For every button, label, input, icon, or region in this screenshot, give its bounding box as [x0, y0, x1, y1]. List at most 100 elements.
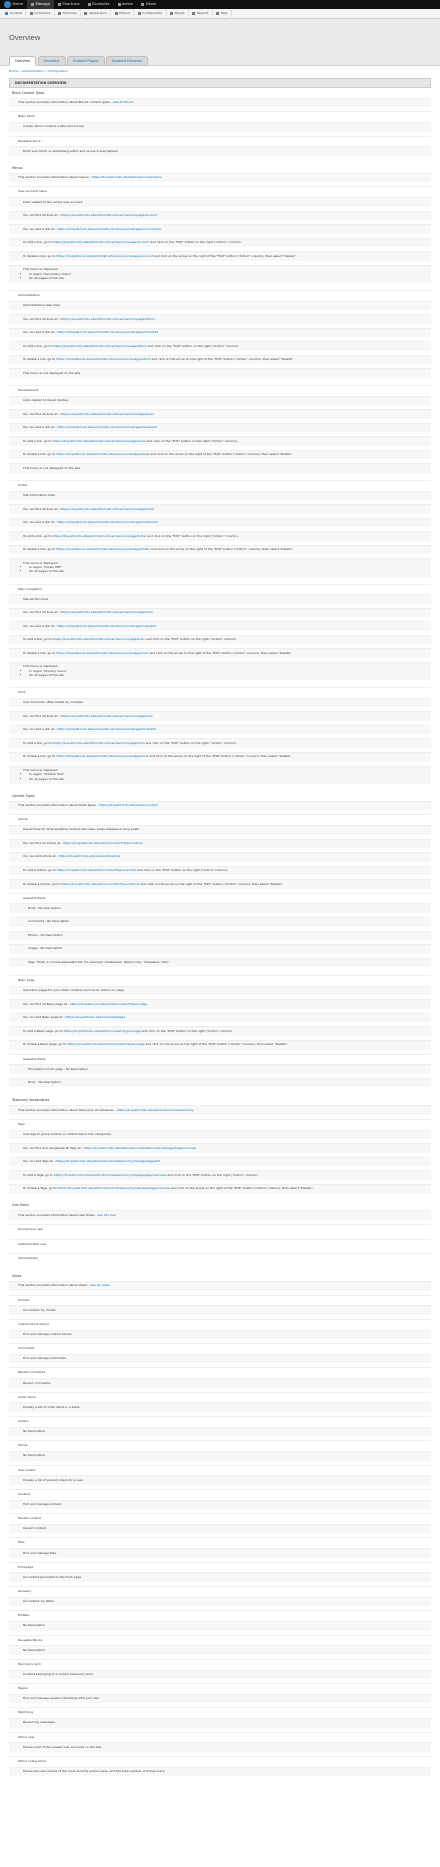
tab-disabled-elements[interactable]: Disabled Elements	[106, 56, 148, 66]
menu-find-link-url[interactable]: https://drupal9.lndo.site/admin/structur…	[60, 507, 154, 511]
menu-edit-instructions-text-end: and click on the "Edit" button on the ri…	[146, 533, 239, 538]
subsection-title: Basic block	[9, 111, 431, 122]
menu-delete-instructions-url[interactable]: https://drupal9.lndo.site/admin/structur…	[56, 357, 150, 361]
content-types-link[interactable]: https://drupal9.lndo.site/admin/content	[99, 803, 158, 807]
see-all-views-link[interactable]: See all views	[90, 1283, 109, 1288]
menu-display-label: This menu is displayed :	[23, 664, 60, 669]
item-add-link: You can add Tags at - https://drupal9.ln…	[9, 1156, 431, 1167]
tray-item-help[interactable]: Help	[213, 8, 232, 19]
content-type-edit-instructions-url[interactable]: https://drupal9.lndo.site/admin/content?…	[57, 868, 136, 872]
section-title: Taxonomy Vocabularies	[12, 1098, 50, 1103]
menu-edit-instructions-url[interactable]: https://drupal9.lndo.site/admin/structur…	[53, 439, 146, 443]
tray-item-people[interactable]: People	[167, 8, 190, 19]
section-title: Block Content Types	[12, 90, 45, 95]
menus-link[interactable]: https://drupal9.lndo.site/admin/structur…	[92, 175, 163, 179]
menu-edit-instructions-text: To edit a link, go to	[23, 740, 53, 745]
menu-add-link-url[interactable]: https://drupal9.lndo.site/admin/structur…	[57, 727, 156, 731]
tray-item-appearance[interactable]: Appearance	[81, 8, 112, 19]
view-description: All content promoted to the front page.	[9, 1572, 431, 1582]
menu-delete-instructions-url[interactable]: https://drupal9.lndo.site/admin/structur…	[56, 254, 153, 258]
menu-find-link-text: You can find all links at -	[23, 506, 61, 511]
menu-edit-instructions: To edit a link, go to https://drupal9.ln…	[9, 531, 431, 541]
section-description: This section provides information about …	[9, 97, 431, 108]
view-description: Recent content.	[9, 1523, 431, 1534]
content-type-delete-instructions: To delete a Article, go to https://drupa…	[9, 879, 431, 889]
content-type-delete-instructions: To delete a Basic page, go to https://dr…	[9, 1039, 431, 1050]
menu-delete-instructions-url[interactable]: https://drupal9.lndo.site/admin/structur…	[56, 452, 149, 456]
menu-display-info: This menu is displayed :In region "Sideb…	[9, 765, 431, 784]
content-type-delete-instructions-text: To delete a Article, go to	[23, 881, 61, 886]
item-delete-instructions: To delete a Tags, go to https://drupal9.…	[9, 1183, 431, 1194]
tray-item-configuration[interactable]: Configuration	[134, 8, 167, 19]
tray-item-commerce[interactable]: Commerce	[26, 8, 55, 19]
view-description: All content, by month.	[9, 1305, 431, 1315]
help-icon	[216, 12, 220, 15]
menu-edit-instructions: To edit a link, go to https://drupal9.ln…	[9, 436, 431, 446]
menu-add-link-text: You can add a link at -	[23, 330, 58, 335]
menu-find-link-url[interactable]: https://drupal9.lndo.site/admin/structur…	[60, 213, 157, 217]
menu-add-link-text: You can add a link at -	[23, 727, 58, 732]
people-icon	[170, 12, 174, 15]
content-type-edit-instructions: To edit a Basic page, go to https://drup…	[9, 1026, 431, 1036]
breadcrumb-home[interactable]: Home	[9, 69, 18, 73]
display-region: In region "Primary menu"	[29, 669, 425, 674]
view-description: Find and manage custom blocks.	[9, 1329, 431, 1340]
menu-find-link-url[interactable]: https://drupal9.lndo.site/admin/structur…	[60, 714, 152, 718]
subsection-title: Reusable block	[9, 135, 431, 147]
view-description: Find and manage comments.	[9, 1353, 431, 1364]
page-title: Overview	[9, 33, 41, 42]
menu-find-link-url[interactable]: https://drupal9.lndo.site/admin/structur…	[60, 317, 154, 321]
menu-edit-instructions-url[interactable]: https://drupal9.lndo.site/admin/structur…	[53, 637, 145, 641]
tray-item-content[interactable]: Content	[2, 8, 27, 19]
view-title: Orders	[9, 1415, 431, 1427]
menu-delete-instructions-url[interactable]: https://drupal9.lndo.site/admin/structur…	[56, 754, 148, 759]
menu-add-link: You can add a link at - https://drupal9.…	[9, 724, 431, 735]
content-type-delete-instructions-url[interactable]: https://drupal9.lndo.site/admin/content?…	[67, 1042, 144, 1046]
view-description: Content belonging to a certain taxonomy …	[9, 1669, 431, 1680]
menu-find-link-url[interactable]: https://drupal9.lndo.site/admin/structur…	[60, 412, 153, 416]
content-type-find-link-url[interactable]: https://drupal9.lndo.site/admin/content?…	[63, 841, 142, 845]
menu-delete-instructions-url[interactable]: https://drupal9.lndo.site/admin/structur…	[56, 547, 150, 551]
menu-edit-instructions-url[interactable]: https://drupal9.lndo.site/admin/structur…	[53, 534, 147, 538]
tab-enabled-plugins[interactable]: Enabled Plugins	[67, 56, 105, 66]
taxonomy-link[interactable]: https://drupal9.lndo.site/admin/structur…	[117, 1108, 194, 1112]
view-title: Archive	[9, 1294, 431, 1306]
tab-overview[interactable]: Overview	[9, 56, 37, 66]
display-region: In region "Footer fifth"	[29, 565, 425, 570]
menu-title-footer: Footer	[9, 479, 431, 491]
content-type-find-link-text: You can find all Basic page at -	[23, 1001, 70, 1006]
breadcrumb-administration[interactable]: Administration	[22, 69, 44, 73]
display-region: In region "Secondary menu"	[29, 272, 425, 277]
see-all-blocks-link[interactable]: See all Blocks	[113, 100, 134, 104]
tab-generator[interactable]: Generator	[37, 56, 66, 66]
menu-add-link-url[interactable]: https://drupal9.lndo.site/admin/structur…	[57, 425, 157, 429]
menu-edit-instructions-url[interactable]: https://drupal9.lndo.site/admin/structur…	[53, 741, 145, 745]
tray-item-structure[interactable]: Structure	[55, 8, 82, 19]
see-all-roles-link[interactable]: See all roles	[97, 1213, 115, 1217]
content-type-delete-instructions-url[interactable]: https://drupal9.lndo.site/admin/content?…	[61, 882, 140, 886]
menu-find-link-url[interactable]: https://drupal9.lndo.site/admin/structur…	[60, 610, 152, 614]
menu-add-link: You can add a link at - https://drupal9.…	[9, 327, 431, 338]
menu-delete-instructions-text-end: and click on the arrow on the right of t…	[150, 547, 294, 552]
structure-icon	[58, 12, 62, 15]
role-item: Anonymous user	[9, 1223, 431, 1235]
menu-add-link-url[interactable]: https://drupal9.lndo.site/admin/structur…	[57, 520, 158, 524]
display-pages: On all pages of the site	[29, 777, 425, 782]
breadcrumb-configuration[interactable]: Configuration	[48, 69, 68, 73]
tray-item-extend[interactable]: Extend	[111, 8, 135, 19]
menu-edit-instructions-text-end: and click on the "Edit" button on the ri…	[146, 343, 239, 348]
tray-item-reports[interactable]: Reports	[189, 8, 213, 19]
menu-delete-instructions-text: To delete a link, go to	[23, 754, 57, 759]
menu-find-link-text: You can find all links at -	[23, 316, 61, 321]
content-type-find-link-url[interactable]: https://drupal9.lndo.site/admin/content?…	[70, 1002, 147, 1006]
menu-add-link-url[interactable]: https://drupal9.lndo.site/admin/structur…	[57, 227, 161, 231]
content-type-edit-instructions-url[interactable]: https://drupal9.lndo.site/admin/content?…	[64, 1029, 141, 1033]
content-type-add-link-url[interactable]: https://drupal9.lndo.site/node/add/artic…	[59, 854, 121, 859]
menu-add-link-url[interactable]: https://drupal9.lndo.site/admin/structur…	[57, 330, 158, 334]
menu-edit-instructions-url[interactable]: https://drupal9.lndo.site/admin/structur…	[53, 240, 150, 244]
content-type-add-link-url[interactable]: https://drupal9.lndo.site/node/add/page	[65, 1015, 125, 1019]
menu-add-link-url[interactable]: https://drupal9.lndo.site/admin/structur…	[57, 624, 156, 628]
menu-edit-instructions-url[interactable]: https://drupal9.lndo.site/admin/structur…	[53, 344, 147, 348]
menu-add-link: You can add a link at - https://drupal9.…	[9, 621, 431, 631]
menu-delete-instructions-url[interactable]: https://drupal9.lndo.site/admin/structur…	[56, 651, 148, 655]
